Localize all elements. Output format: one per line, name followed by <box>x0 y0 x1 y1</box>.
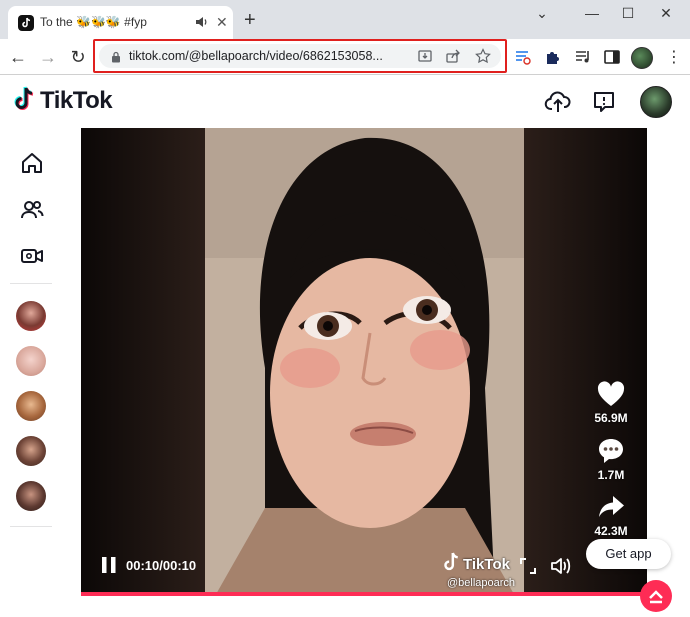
share-count: 42.3M <box>594 524 628 538</box>
following-account-avatar[interactable] <box>16 391 46 421</box>
tab-close-icon[interactable]: ✕ <box>216 14 228 30</box>
following-account-avatar[interactable] <box>16 436 46 466</box>
tiktok-watermark-note-icon <box>443 551 461 578</box>
tab-audio-icon[interactable] <box>194 14 210 30</box>
like-count: 56.9M <box>594 411 628 425</box>
tab-search-chevron-icon[interactable]: ⌄ <box>530 4 554 22</box>
scroll-to-top-button[interactable] <box>640 580 672 612</box>
side-panel-icon[interactable] <box>603 48 621 66</box>
following-account-avatar[interactable] <box>16 301 46 331</box>
new-tab-button[interactable]: + <box>244 10 256 30</box>
upload-icon[interactable] <box>544 89 572 115</box>
comment-icon[interactable] <box>596 437 626 465</box>
watermark-logo-text: TikTok <box>463 556 510 573</box>
forward-button[interactable]: → <box>36 45 60 69</box>
following-icon[interactable] <box>19 197 45 223</box>
video-progress-bar[interactable] <box>81 592 647 596</box>
comment-count: 1.7M <box>597 468 625 482</box>
browser-toolbar: ← → ↻ tiktok.com/@bellapoarch/video/6862… <box>0 39 690 75</box>
video-frame <box>205 128 524 596</box>
get-app-button[interactable]: Get app <box>586 539 671 569</box>
address-bar[interactable]: tiktok.com/@bellapoarch/video/6862153058… <box>99 44 501 68</box>
like-heart-icon[interactable] <box>596 380 626 408</box>
video-player[interactable] <box>81 128 647 596</box>
reload-button[interactable]: ↻ <box>66 45 90 69</box>
inbox-icon[interactable] <box>590 89 618 115</box>
video-frame-image <box>205 128 524 596</box>
tab-title: To the 🐝🐝🐝 #fyp <box>40 15 147 29</box>
volume-icon[interactable] <box>550 556 572 576</box>
following-account-avatar[interactable] <box>16 481 46 511</box>
user-avatar[interactable] <box>640 86 672 118</box>
tiktok-note-icon <box>14 86 36 117</box>
window-close-button[interactable]: ✕ <box>654 4 678 22</box>
back-button[interactable]: ← <box>6 45 30 69</box>
minimize-button[interactable]: — <box>580 4 604 22</box>
share-icon[interactable] <box>445 48 461 64</box>
maximize-button[interactable]: ☐ <box>616 4 640 22</box>
tiktok-header: TikTok <box>0 76 690 128</box>
fullscreen-icon[interactable] <box>519 557 537 575</box>
pause-icon[interactable] <box>99 555 119 575</box>
following-account-avatar[interactable] <box>16 346 46 376</box>
video-blur-left <box>81 128 205 596</box>
browser-menu-button[interactable]: ⋮ <box>666 47 682 69</box>
live-icon[interactable] <box>19 243 45 269</box>
tiktok-favicon-icon <box>18 15 34 31</box>
extensions-puzzle-icon[interactable] <box>544 48 562 66</box>
share-arrow-icon[interactable] <box>596 493 626 521</box>
tiktok-watermark: TikTok <box>443 551 510 578</box>
tiktok-logo-text: TikTok <box>40 87 113 114</box>
browser-profile-avatar[interactable] <box>631 47 653 69</box>
extension-filter-icon[interactable] <box>514 48 532 66</box>
media-control-icon[interactable] <box>574 48 592 66</box>
url-text[interactable]: tiktok.com/@bellapoarch/video/6862153058… <box>129 49 419 63</box>
bookmark-star-icon[interactable] <box>475 48 491 64</box>
install-app-icon[interactable] <box>417 48 433 64</box>
browser-tab[interactable]: To the 🐝🐝🐝 #fyp ✕ <box>8 6 233 39</box>
lock-icon[interactable] <box>111 50 121 63</box>
watermark-handle: @bellapoarch <box>447 577 516 589</box>
browser-tab-strip: To the 🐝🐝🐝 #fyp ✕ + ⌄ — ☐ ✕ <box>0 0 690 39</box>
home-icon[interactable] <box>19 150 45 176</box>
side-nav-divider <box>10 283 52 284</box>
video-time: 00:10/00:10 <box>126 558 197 573</box>
side-nav-divider <box>10 526 52 527</box>
tiktok-logo[interactable]: TikTok <box>14 86 113 117</box>
